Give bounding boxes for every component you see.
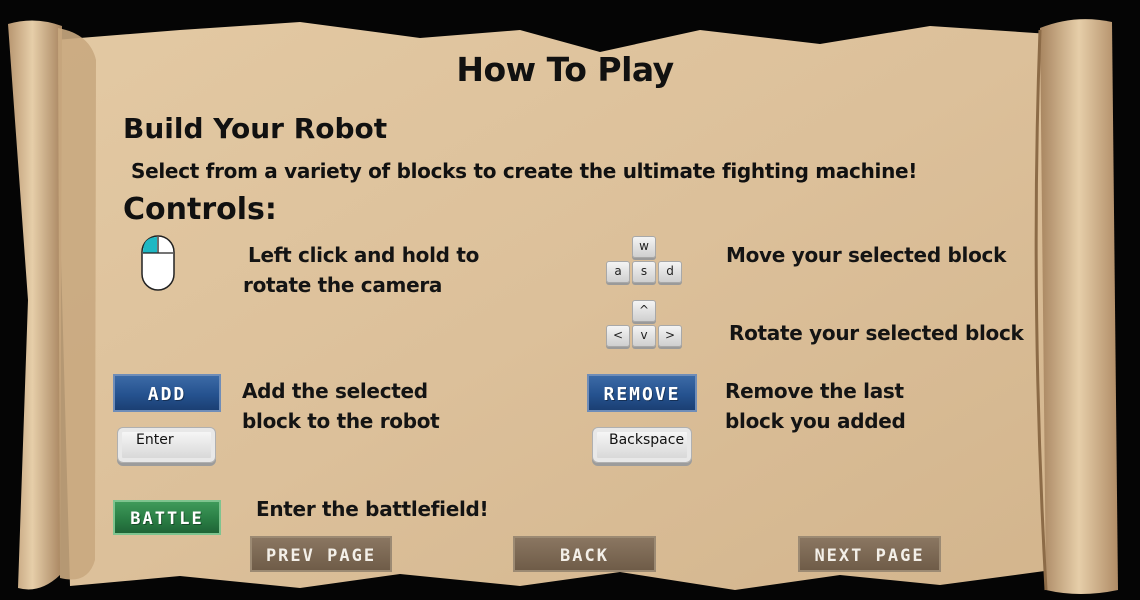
remove-line2: block you added — [725, 409, 906, 433]
mouse-left-click-icon — [141, 235, 175, 291]
add-button[interactable]: ADD — [113, 374, 221, 412]
back-button[interactable]: BACK — [513, 536, 656, 572]
rotate-description: Rotate your selected block — [729, 321, 1024, 345]
key-s: s — [632, 261, 656, 283]
enter-key-icon: Enter — [117, 427, 216, 463]
build-heading: Build Your Robot — [123, 112, 388, 145]
key-left: < — [606, 325, 630, 347]
add-line2: block to the robot — [242, 409, 440, 433]
backspace-key-icon: Backspace — [592, 427, 692, 463]
remove-button[interactable]: REMOVE — [587, 374, 697, 412]
key-w: w — [632, 236, 656, 258]
prev-page-button[interactable]: PREV PAGE — [250, 536, 392, 572]
mouse-line2: rotate the camera — [243, 273, 443, 297]
mouse-line1: Left click and hold to — [248, 243, 480, 267]
battle-description: Enter the battlefield! — [256, 497, 489, 521]
build-description: Select from a variety of blocks to creat… — [131, 159, 918, 183]
add-description: Add the selected block to the robot — [242, 376, 440, 436]
remove-description: Remove the last block you added — [725, 376, 906, 436]
page-title: How To Play — [456, 50, 674, 89]
key-down: v — [632, 325, 656, 347]
add-line1: Add the selected — [242, 379, 428, 403]
controls-heading: Controls: — [123, 192, 277, 227]
key-d: d — [658, 261, 682, 283]
next-page-button[interactable]: NEXT PAGE — [798, 536, 941, 572]
key-a: a — [606, 261, 630, 283]
battle-button[interactable]: BATTLE — [113, 500, 221, 535]
mouse-description: Left click and hold to rotate the camera — [243, 240, 479, 300]
key-right: > — [658, 325, 682, 347]
key-up: ^ — [632, 300, 656, 322]
move-description: Move your selected block — [726, 243, 1007, 267]
remove-line1: Remove the last — [725, 379, 904, 403]
